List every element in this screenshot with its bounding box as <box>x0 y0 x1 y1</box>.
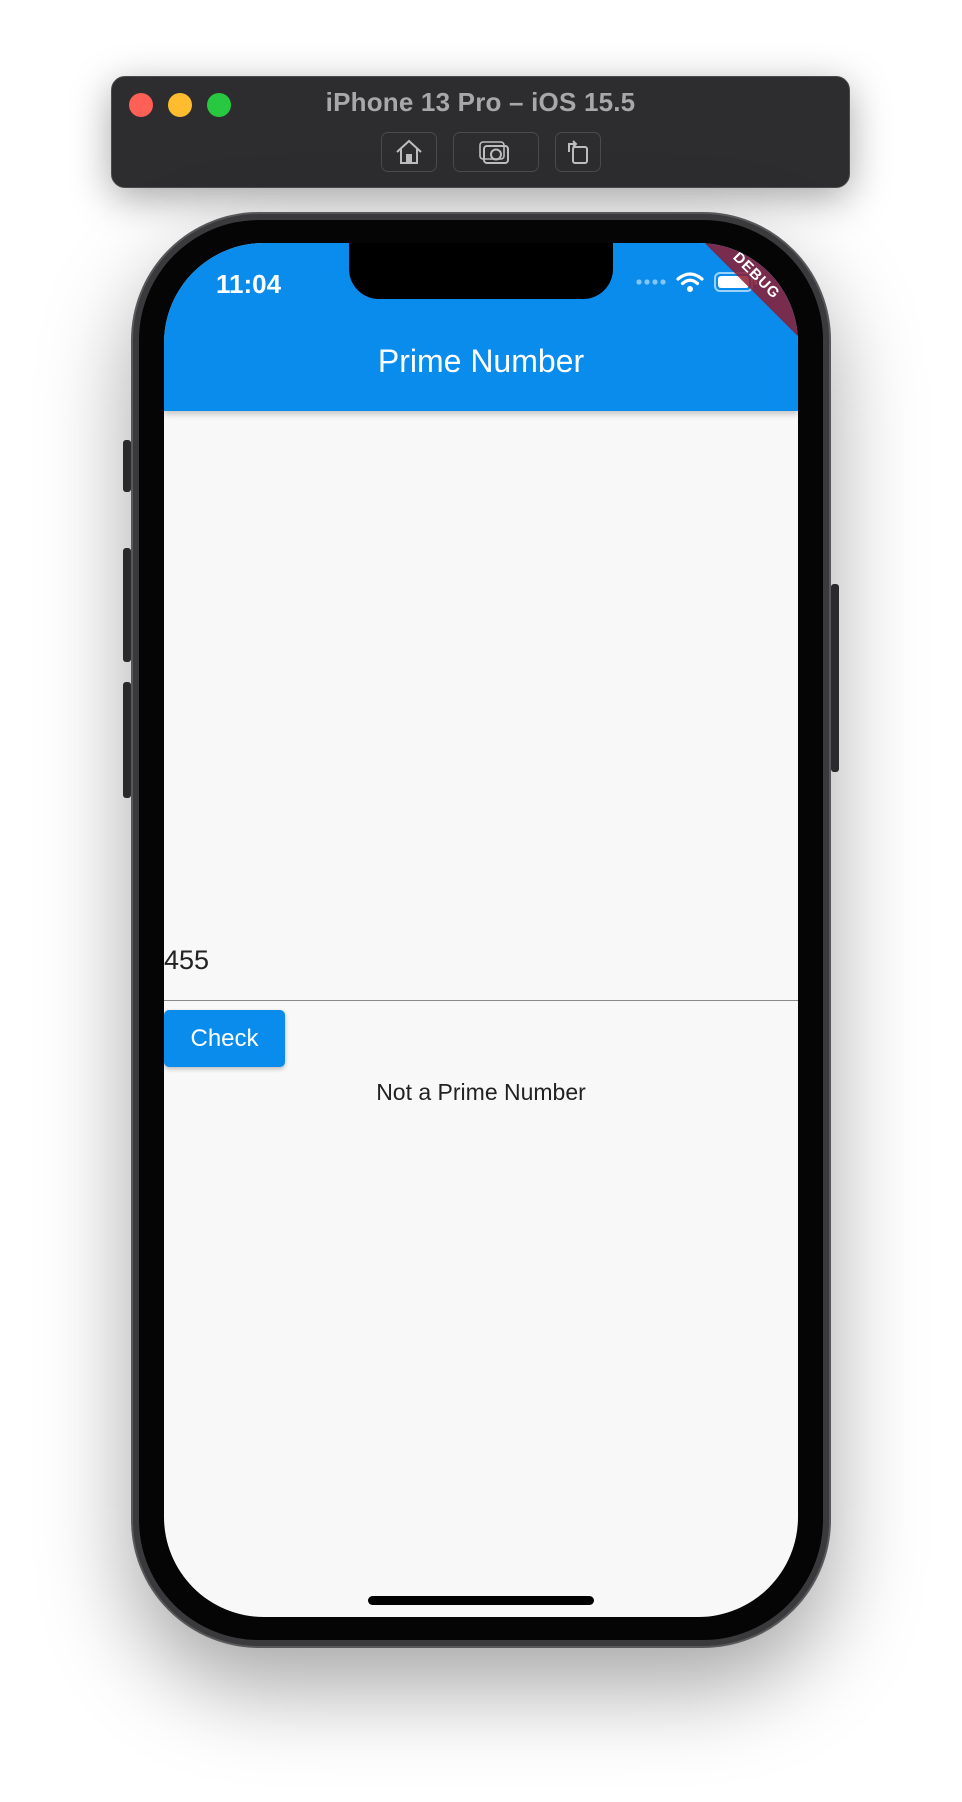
silent-switch[interactable] <box>123 440 131 492</box>
screenshot-icon <box>479 141 509 164</box>
check-button[interactable]: Check <box>164 1010 285 1067</box>
home-icon <box>396 139 422 164</box>
app-title: Prime Number <box>377 343 585 379</box>
volume-up-button[interactable] <box>123 548 131 662</box>
phone-screen: 11:04 Prime Number DEBUG 455 Check Not a… <box>164 243 798 1617</box>
screenshot-button[interactable] <box>453 132 539 172</box>
power-button[interactable] <box>831 584 839 772</box>
wifi-icon <box>676 272 704 292</box>
status-time: 11:04 <box>216 269 282 299</box>
number-input[interactable]: 455 <box>164 945 209 976</box>
rotate-icon <box>568 140 588 164</box>
stage: iPhone 13 Pro – iOS 15.5 11:04 Prime Num… <box>0 0 962 1802</box>
notch <box>349 243 613 299</box>
volume-down-button[interactable] <box>123 682 131 798</box>
rotate-button[interactable] <box>555 132 601 172</box>
home-button[interactable] <box>381 132 437 172</box>
simulator-title-bar: iPhone 13 Pro – iOS 15.5 <box>111 76 850 188</box>
signal-dots-icon <box>636 279 666 285</box>
result-text: Not a Prime Number <box>376 1079 586 1105</box>
number-input-underline <box>164 1000 798 1001</box>
simulator-title: iPhone 13 Pro – iOS 15.5 <box>325 87 636 117</box>
home-indicator[interactable] <box>368 1596 594 1605</box>
